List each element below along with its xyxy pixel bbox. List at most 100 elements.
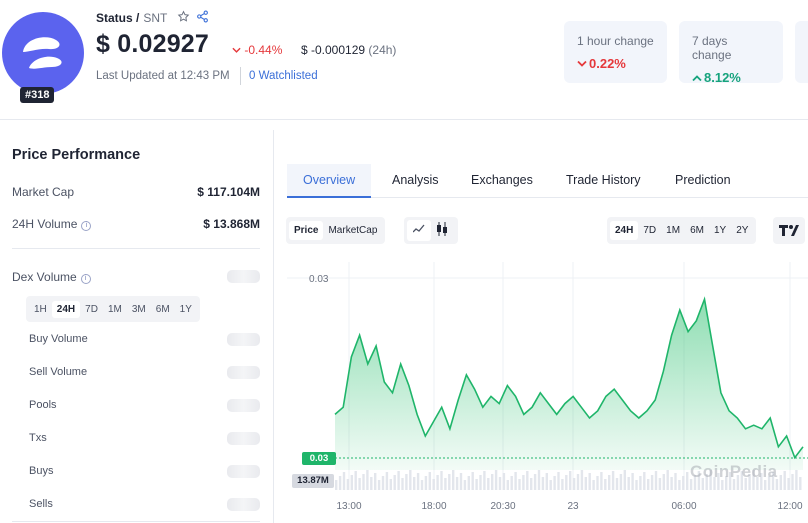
x-tick-label: 06:00 [671, 501, 696, 512]
volume-bar [787, 478, 790, 490]
price-change-absolute-value: $ -0.000129 [301, 43, 366, 57]
y-tick-label: 0.03 [309, 274, 329, 285]
volume-bar [608, 475, 611, 490]
volume-bar [424, 476, 428, 490]
volume-bar [440, 471, 443, 490]
tab-exchanges[interactable]: Exchanges [455, 164, 549, 198]
volume-bar [533, 474, 537, 490]
volume-bar [436, 475, 439, 490]
range-24h[interactable]: 24H [610, 221, 639, 240]
volume-tag: 13.87M [292, 474, 334, 488]
last-updated: Last Updated at 12:43 PM [96, 70, 230, 82]
dex-range-7d[interactable]: 7D [80, 301, 103, 318]
candlestick-icon[interactable] [431, 218, 453, 243]
dex-range-selector: 1H 24H 7D 1M 3M 6M 1Y [26, 296, 200, 322]
volume-bar [670, 477, 673, 490]
range-6m[interactable]: 6M [685, 221, 709, 240]
x-tick-label: 20:30 [490, 501, 515, 512]
volume-bar [475, 479, 478, 490]
volume-bar [658, 478, 662, 490]
range-2y[interactable]: 2Y [731, 221, 753, 240]
price-toggle[interactable]: Price [289, 221, 324, 240]
volume-bar [479, 475, 482, 490]
range-1y[interactable]: 1Y [709, 221, 731, 240]
volume-bar [471, 472, 474, 490]
marketcap-toggle[interactable]: MarketCap [323, 221, 382, 240]
dex-range-24h[interactable]: 24H [51, 300, 81, 318]
volume-bar [393, 475, 396, 490]
volume-bar [662, 474, 665, 490]
volume-bar [666, 470, 669, 490]
tab-analysis[interactable]: Analysis [376, 164, 455, 198]
volume-bar [549, 480, 552, 490]
volume-bar [619, 474, 623, 490]
volume-bar [639, 476, 642, 490]
sell-volume-label: Sell Volume [29, 366, 88, 378]
chart-style-toggle [404, 217, 458, 244]
tab-prediction[interactable]: Prediction [659, 164, 747, 198]
x-tick-label: 13:00 [336, 501, 361, 512]
info-icon[interactable]: i [80, 274, 91, 284]
chart-type-toggle: Price MarketCap [286, 217, 386, 244]
watchlisted-link[interactable]: 0 Watchlisted [249, 70, 318, 82]
dex-range-6m[interactable]: 6M [151, 301, 175, 318]
current-price: $ 0.02927 [96, 30, 210, 58]
volume-bar [494, 470, 498, 490]
stat-card-value: 8.12% [692, 70, 770, 85]
price-chart[interactable]: 0.03 13:00 18:00 20:30 23 06:00 12:00 [287, 262, 808, 523]
line-chart-icon[interactable] [407, 220, 431, 241]
coin-name-row: Status / SNT [96, 10, 209, 26]
dex-range-1h[interactable]: 1H [29, 301, 52, 318]
share-icon[interactable] [196, 10, 209, 26]
buys-label: Buys [29, 465, 54, 477]
volume-bar [643, 472, 646, 490]
volume-bar [678, 480, 681, 490]
volume-bar [370, 477, 373, 490]
range-1m[interactable]: 1M [661, 221, 685, 240]
loading-placeholder [227, 498, 260, 511]
volume-bar [491, 474, 494, 490]
volume-bar [405, 474, 408, 490]
volume-bar [463, 480, 467, 490]
volume-bar [791, 474, 794, 490]
volume-bar [346, 479, 350, 490]
loading-placeholder [227, 465, 260, 478]
chart-range-selector: 24H 7D 1M 6M 1Y 2Y [607, 217, 757, 244]
tab-overview[interactable]: Overview [287, 164, 372, 198]
volume-bar [545, 473, 548, 490]
volume-bar [541, 477, 545, 490]
volume-bar [432, 479, 435, 490]
volume-bar [576, 474, 580, 490]
info-icon[interactable]: i [81, 221, 92, 231]
dex-volume-label: Dex Volume [12, 270, 77, 284]
stat-card-value: 0.22% [577, 56, 654, 71]
coin-symbol: SNT [143, 11, 168, 25]
volume-bar [611, 471, 615, 490]
volume-bar [537, 470, 541, 490]
panel-separator [273, 130, 274, 523]
stat-card-1h: 1 hour change 0.22% [564, 21, 667, 83]
market-cap-label: Market Cap [12, 185, 75, 199]
volume-bar [799, 477, 802, 490]
dex-range-3m[interactable]: 3M [127, 301, 151, 318]
volume-bar [627, 477, 630, 490]
volume-bar [635, 480, 638, 490]
dex-range-1y[interactable]: 1Y [175, 301, 197, 318]
tab-trade-history[interactable]: Trade History [550, 164, 657, 198]
tradingview-logo-icon[interactable] [773, 217, 805, 244]
dex-range-1m[interactable]: 1M [103, 301, 127, 318]
price-performance-title: Price Performance [12, 147, 141, 163]
volume-bar [420, 480, 424, 490]
volume-bar [779, 475, 782, 490]
volume-bar [588, 473, 591, 490]
volume-bar [444, 478, 447, 490]
star-icon[interactable] [177, 10, 190, 26]
volume-bar [389, 479, 392, 490]
volume-bar [377, 480, 381, 490]
volume-bar [565, 475, 568, 490]
volume-bar [366, 470, 369, 490]
market-cap-row: Market Cap $ 117.104M [12, 185, 260, 199]
dex-volume-row: Dex Volume i [12, 270, 91, 284]
rank-badge: #318 [20, 87, 55, 103]
range-7d[interactable]: 7D [638, 221, 661, 240]
